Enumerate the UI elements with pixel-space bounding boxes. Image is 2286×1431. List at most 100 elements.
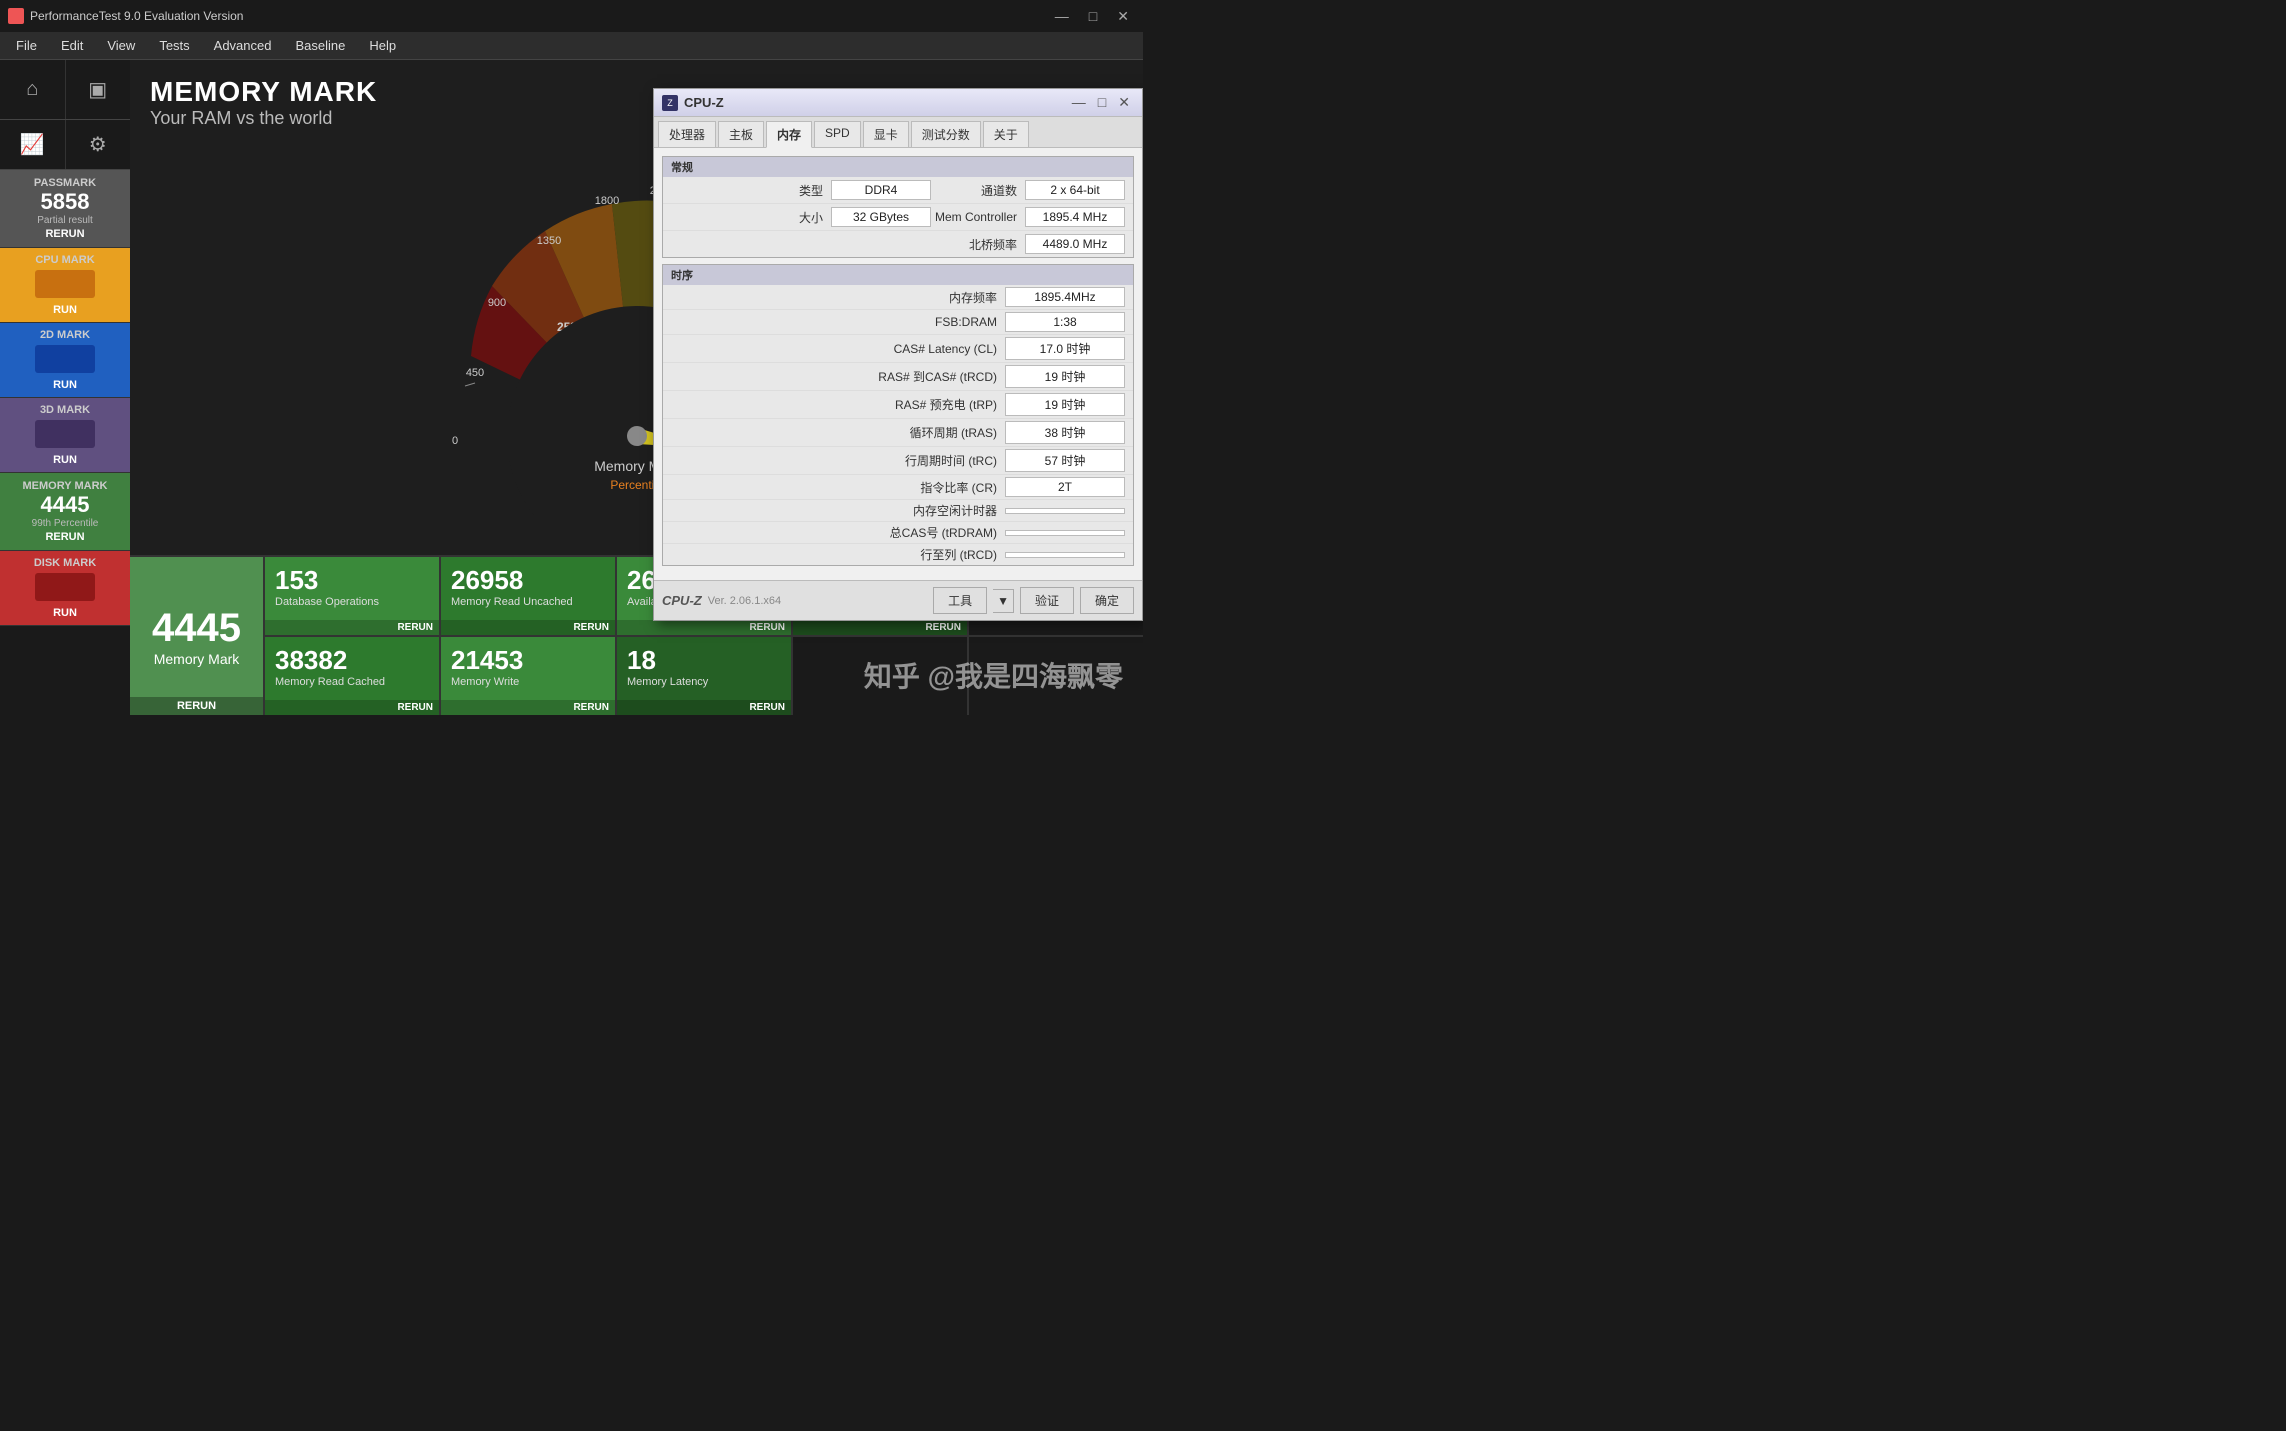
cpuz-tab-graphics[interactable]: 显卡 bbox=[863, 121, 909, 147]
passmark-sub: Partial result bbox=[37, 215, 93, 226]
passmark-rerun[interactable]: RERUN bbox=[45, 228, 84, 240]
sidebar: ⌂ ▣ 📈 ⚙ PASSMARK 5858 Partial result RER… bbox=[0, 60, 130, 715]
cpuz-cl-row: CAS# Latency (CL) 17.0 时钟 bbox=[663, 335, 1133, 363]
menu-tests[interactable]: Tests bbox=[147, 34, 201, 57]
main-layout: ⌂ ▣ 📈 ⚙ PASSMARK 5858 Partial result RER… bbox=[0, 60, 1143, 715]
tile-ml-score: 18 bbox=[627, 645, 656, 676]
memory-score: 4445 bbox=[41, 492, 90, 518]
cpuz-idle-row: 内存空闲计时器 bbox=[663, 500, 1133, 522]
sidebar-graph-button[interactable]: 📈 bbox=[0, 120, 66, 169]
cpuz-timing-title: 时序 bbox=[663, 265, 1133, 285]
tile-mrc-label: Memory Read Cached bbox=[275, 676, 385, 689]
threed-label: 3D MARK bbox=[40, 404, 90, 416]
menu-bar: File Edit View Tests Advanced Baseline H… bbox=[0, 32, 1143, 60]
home-icon: ⌂ bbox=[26, 78, 38, 101]
sidebar-home-button[interactable]: ⌂ bbox=[0, 60, 66, 119]
cpuz-brand: CPU-Z bbox=[662, 593, 702, 608]
gauge-label-1350: 1350 bbox=[536, 235, 560, 247]
disk-label: DISK MARK bbox=[34, 557, 96, 569]
memory-rerun[interactable]: RERUN bbox=[45, 531, 84, 543]
cpuz-tab-processor[interactable]: 处理器 bbox=[658, 121, 716, 147]
threed-mark-button[interactable]: 3D MARK RUN bbox=[0, 398, 130, 473]
twod-mark-button[interactable]: 2D MARK RUN bbox=[0, 323, 130, 398]
cpuz-tab-mainboard[interactable]: 主板 bbox=[718, 121, 764, 147]
cpuz-trcd2-row: 行至列 (tRCD) bbox=[663, 544, 1133, 565]
cpu-label: CPU MARK bbox=[35, 254, 94, 266]
cpuz-footer: CPU-Z Ver. 2.06.1.x64 工具 ▼ 验证 确定 bbox=[654, 580, 1142, 620]
cpuz-tab-about[interactable]: 关于 bbox=[983, 121, 1029, 147]
cpuz-tools-btn[interactable]: 工具 bbox=[933, 587, 987, 614]
cpuz-tab-memory[interactable]: 内存 bbox=[766, 121, 812, 148]
cpuz-fsb-row: FSB:DRAM 1:38 bbox=[663, 310, 1133, 335]
tile-db-ops[interactable]: 153 Database Operations RERUN bbox=[265, 557, 439, 635]
cpuz-verify-btn[interactable]: 验证 bbox=[1020, 587, 1074, 614]
minimize-button[interactable]: — bbox=[1049, 8, 1075, 25]
cpu-mark-button[interactable]: CPU MARK RUN bbox=[0, 248, 130, 323]
tile-mem-latency[interactable]: 18 Memory Latency RERUN bbox=[617, 637, 791, 715]
main-tile-rerun[interactable]: RERUN bbox=[130, 697, 263, 715]
cpuz-minimize[interactable]: — bbox=[1068, 94, 1090, 111]
cpuz-type-row: 类型 DDR4 通道数 2 x 64-bit bbox=[663, 177, 1133, 204]
app-icon bbox=[8, 8, 24, 24]
gauge-label-0: 0 bbox=[451, 435, 457, 447]
cpuz-type-key: 类型 bbox=[671, 182, 831, 199]
tile-mw-rerun[interactable]: RERUN bbox=[441, 700, 615, 715]
cpuz-cr-row: 指令比率 (CR) 2T bbox=[663, 475, 1133, 500]
menu-view[interactable]: View bbox=[95, 34, 147, 57]
cpu-run[interactable]: RUN bbox=[53, 304, 77, 316]
tile-mem-read-cached[interactable]: 38382 Memory Read Cached RERUN bbox=[265, 637, 439, 715]
cpuz-trc-row: 行周期时间 (tRC) 57 时钟 bbox=[663, 447, 1133, 475]
threed-run[interactable]: RUN bbox=[53, 454, 77, 466]
tile-db-rerun[interactable]: RERUN bbox=[265, 620, 439, 635]
tile-ar-rerun[interactable]: RERUN bbox=[617, 620, 791, 635]
cpuz-channel-key: 通道数 bbox=[981, 182, 1025, 199]
cpuz-tools-dropdown[interactable]: ▼ bbox=[993, 589, 1014, 613]
tile-mw-label: Memory Write bbox=[451, 676, 519, 689]
cpuz-nb-row: 北桥频率 4489.0 MHz bbox=[663, 231, 1133, 257]
cpuz-version: Ver. 2.06.1.x64 bbox=[708, 595, 927, 607]
cpuz-tab-bench[interactable]: 测试分数 bbox=[911, 121, 981, 147]
tile-ml-rerun[interactable]: RERUN bbox=[617, 700, 791, 715]
tile-mru-rerun[interactable]: RERUN bbox=[441, 620, 615, 635]
menu-help[interactable]: Help bbox=[357, 34, 408, 57]
tile-db-score: 153 bbox=[275, 565, 318, 596]
disk-mark-button[interactable]: DISK MARK RUN bbox=[0, 551, 130, 626]
sidebar-mid: 📈 ⚙ bbox=[0, 120, 130, 170]
sidebar-gear-button[interactable]: ⚙ bbox=[66, 120, 131, 169]
content-area: MEMORY MARK Your RAM vs the world bbox=[130, 60, 1143, 715]
menu-file[interactable]: File bbox=[4, 34, 49, 57]
tile-mem-write[interactable]: 21453 Memory Write RERUN bbox=[441, 637, 615, 715]
disk-run[interactable]: RUN bbox=[53, 607, 77, 619]
cpuz-freq-row: 内存频率 1895.4MHz bbox=[663, 285, 1133, 310]
twod-run[interactable]: RUN bbox=[53, 379, 77, 391]
cpuz-timing-section: 时序 内存频率 1895.4MHz FSB:DRAM 1:38 CAS# Lat… bbox=[662, 264, 1134, 566]
cpuz-window: Z CPU-Z — □ ✕ 处理器 主板 内存 SPD 显卡 测试分数 关于 bbox=[653, 88, 1143, 621]
tile-mem-read-uncached[interactable]: 26958 Memory Read Uncached RERUN bbox=[441, 557, 615, 635]
cpuz-general-section: 常规 类型 DDR4 通道数 2 x 64-bit 大小 32 GBytes M… bbox=[662, 156, 1134, 258]
sidebar-monitor-button[interactable]: ▣ bbox=[66, 60, 131, 119]
title-bar: PerformanceTest 9.0 Evaluation Version —… bbox=[0, 0, 1143, 32]
cpuz-tab-spd[interactable]: SPD bbox=[814, 121, 861, 147]
tile-mt-rerun[interactable]: RERUN bbox=[793, 620, 967, 635]
tile-mrc-rerun[interactable]: RERUN bbox=[265, 700, 439, 715]
cpuz-memctrl-val: 1895.4 MHz bbox=[1025, 207, 1125, 227]
tile-mw-score: 21453 bbox=[451, 645, 523, 676]
cpuz-size-key: 大小 bbox=[671, 209, 831, 226]
main-score-tile: 4445 Memory Mark RERUN bbox=[130, 557, 265, 715]
menu-edit[interactable]: Edit bbox=[49, 34, 95, 57]
cpuz-ok-btn[interactable]: 确定 bbox=[1080, 587, 1134, 614]
maximize-button[interactable]: □ bbox=[1083, 8, 1103, 25]
menu-advanced[interactable]: Advanced bbox=[202, 34, 284, 57]
passmark-button[interactable]: PASSMARK 5858 Partial result RERUN bbox=[0, 170, 130, 248]
menu-baseline[interactable]: Baseline bbox=[283, 34, 357, 57]
graph-icon: 📈 bbox=[20, 132, 45, 157]
close-button[interactable]: ✕ bbox=[1111, 8, 1135, 25]
cpuz-close[interactable]: ✕ bbox=[1114, 94, 1134, 111]
gauge-label-450: 450 bbox=[465, 367, 483, 379]
app-title: PerformanceTest 9.0 Evaluation Version bbox=[30, 9, 1049, 23]
cpuz-maximize[interactable]: □ bbox=[1094, 94, 1110, 111]
passmark-label: PASSMARK bbox=[34, 177, 96, 189]
gauge-label-1800: 1800 bbox=[594, 195, 618, 207]
memory-mark-button[interactable]: MEMORY MARK 4445 99th Percentile RERUN bbox=[0, 473, 130, 551]
cpuz-body: 常规 类型 DDR4 通道数 2 x 64-bit 大小 32 GBytes M… bbox=[654, 148, 1142, 580]
